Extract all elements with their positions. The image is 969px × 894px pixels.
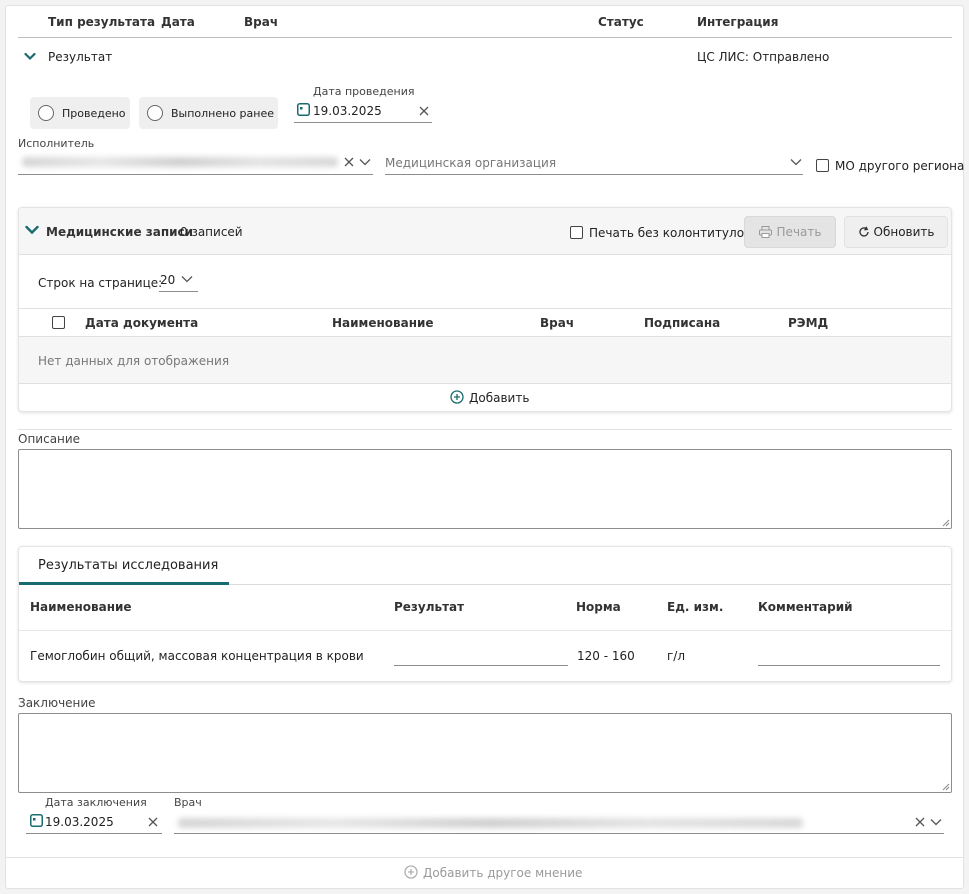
rows-per-page-underline [159,291,198,292]
print-button-label: Печать [776,225,822,239]
research-col-name: Наименование [30,600,132,614]
chevron-down-icon[interactable] [181,275,193,283]
executor-underline [18,174,373,175]
header-col-date[interactable]: Дата [161,15,195,29]
footer-divider [5,857,964,858]
clear-icon[interactable] [419,106,429,116]
radio-circle-icon [38,105,54,121]
header-col-status[interactable]: Статус [598,15,644,29]
chevron-down-icon[interactable] [790,158,802,166]
records-col-name[interactable]: Наименование [332,316,434,330]
chevron-down-icon[interactable] [930,818,942,826]
chevron-down-icon[interactable] [359,158,371,166]
medical-records-count: 0 записей [180,225,243,239]
other-region-label: МО другого региона [835,159,965,173]
calendar-icon[interactable] [30,814,43,827]
select-all-checkbox[interactable] [52,316,65,329]
radio-done[interactable]: Проведено [30,97,130,129]
research-row-norm: 120 - 160 [577,649,635,663]
printer-icon [758,226,772,238]
clear-icon[interactable] [148,817,158,827]
conclusion-doctor-underline [174,833,944,834]
medical-records-title: Медицинские записи [46,225,194,239]
conclusion-date-label: Дата заключения [45,796,147,809]
conclusion-date-input[interactable]: 19.03.2025 [45,815,114,829]
header-col-integration[interactable]: Интеграция [697,15,778,29]
org-underline [385,174,803,175]
description-textarea[interactable] [18,449,952,529]
print-button[interactable]: Печать [744,216,836,248]
conclusion-textarea[interactable] [18,713,952,793]
section-divider [18,429,952,430]
records-empty-text: Нет данных для отображения [38,354,230,368]
records-table-top-line [19,308,951,309]
conclusion-doctor-label: Врач [174,796,202,809]
execution-date-input[interactable]: 19.03.2025 [313,104,382,118]
research-result-input[interactable] [394,649,568,665]
research-tab-indicator [19,582,229,585]
description-label: Описание [18,432,81,446]
records-col-doctor[interactable]: Врач [540,316,574,330]
executor-value-blurred [22,157,338,167]
conclusion-label: Заключение [18,696,96,710]
header-col-type[interactable]: Тип результата [48,15,155,29]
rows-per-page-label: Строк на странице: [38,276,163,290]
research-col-comment: Комментарий [758,600,853,614]
research-comment-input[interactable] [758,649,940,665]
research-col-result: Результат [394,600,465,614]
radio-done-earlier-label: Выполнено ранее [171,106,275,120]
radio-done-label: Проведено [62,106,126,120]
conclusion-doctor-value-blurred [178,818,803,828]
refresh-button-label: Обновить [873,225,935,239]
executor-label: Исполнитель [18,137,95,150]
plus-circle-icon[interactable] [450,390,464,404]
print-no-headers-label: Печать без колонтитулов [589,226,752,240]
research-col-norm: Норма [576,600,621,614]
header-col-doctor[interactable]: Врач [244,15,278,29]
records-col-doc-date[interactable]: Дата документа [85,316,198,330]
research-col-unit: Ед. изм. [667,600,724,614]
calendar-icon[interactable] [297,103,310,116]
other-region-checkbox[interactable] [816,159,829,172]
chevron-down-icon[interactable] [24,52,36,61]
resize-handle-icon[interactable] [941,782,950,791]
research-row-name: Гемоглобин общий, массовая концентрация … [30,649,364,663]
research-row-unit: г/л [667,649,686,663]
research-header-line [19,630,951,631]
radio-circle-icon [147,105,163,121]
integration-status: ЦС ЛИС: Отправлено [697,50,830,64]
rows-per-page-select[interactable]: 20 [160,273,175,287]
result-input-underline [394,665,568,666]
conclusion-date-underline [26,833,162,834]
radio-done-earlier[interactable]: Выполнено ранее [139,97,278,129]
refresh-button[interactable]: Обновить [844,216,948,248]
clear-icon[interactable] [915,817,925,827]
result-type: Результат [48,50,113,64]
execution-date-underline [294,122,432,123]
chevron-down-icon[interactable] [25,225,39,235]
tab-research-results[interactable]: Результаты исследования [38,558,218,573]
comment-input-underline [758,665,940,666]
print-no-headers-checkbox[interactable] [570,226,583,239]
add-opinion-button[interactable]: Добавить другое мнение [423,866,582,880]
refresh-icon [858,226,870,238]
records-col-remd[interactable]: РЭМД [788,316,828,330]
execution-date-label: Дата проведения [313,85,415,98]
add-record-button[interactable]: Добавить [469,391,529,405]
header-divider [18,37,952,38]
clear-icon[interactable] [344,157,354,167]
resize-handle-icon[interactable] [941,518,950,527]
org-select[interactable]: Медицинская организация [385,156,556,170]
plus-circle-icon[interactable] [404,865,418,879]
records-col-signed[interactable]: Подписана [644,316,720,330]
